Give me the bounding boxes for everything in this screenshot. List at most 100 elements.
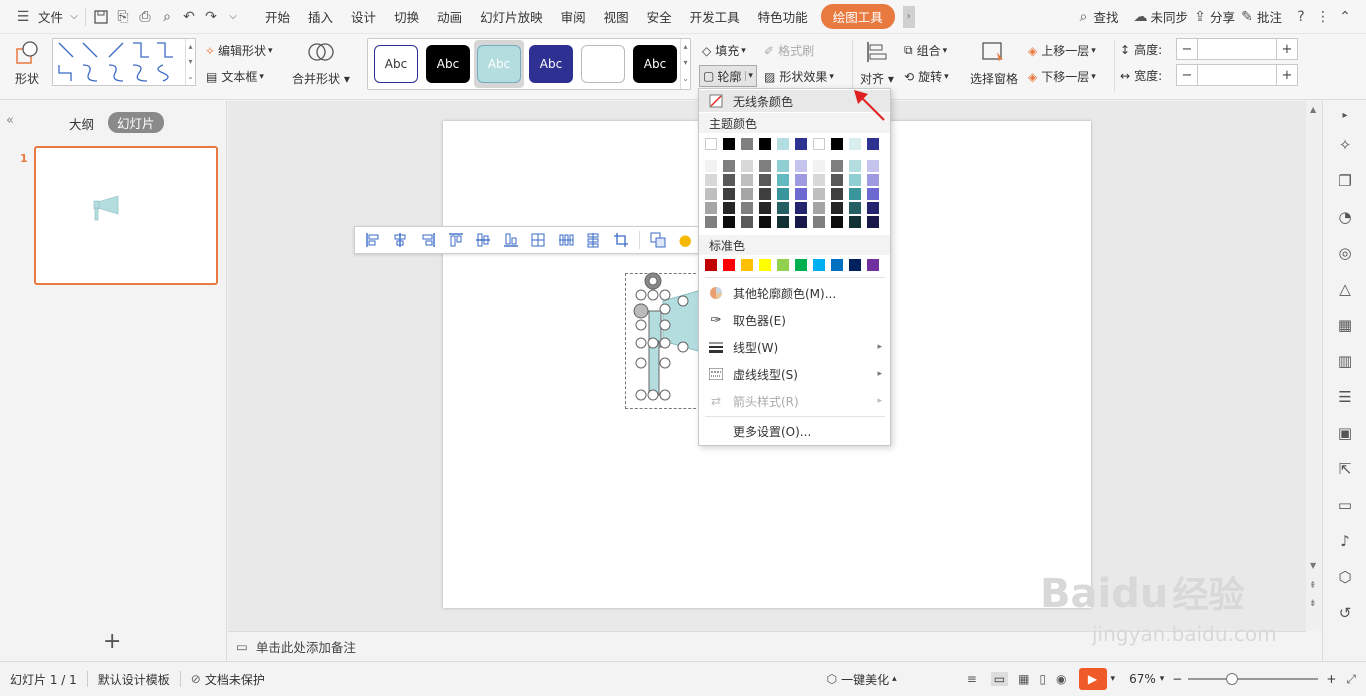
color-swatch[interactable] (813, 188, 825, 200)
search-button[interactable]: 查找 (1091, 7, 1132, 26)
export-icon[interactable]: ⇱ (1335, 459, 1355, 479)
color-swatch[interactable] (705, 259, 717, 271)
color-swatch[interactable] (759, 202, 771, 214)
collapse-ribbon-icon[interactable]: ⌃ (1334, 6, 1356, 28)
textbox-button[interactable]: ▤ 文本框 ▾ (206, 68, 264, 85)
megaphone-shape[interactable] (625, 271, 705, 411)
lightbulb-icon[interactable]: ● (671, 229, 699, 251)
file-menu[interactable]: 文件 (34, 7, 67, 26)
collapse-panel-icon[interactable]: « (6, 113, 14, 128)
zoom-in-button[interactable]: + (1326, 672, 1336, 686)
next-slide-icon[interactable]: ⇟ (1309, 599, 1317, 609)
color-swatch[interactable] (867, 259, 879, 271)
slide-sorter-icon[interactable]: ▦ (1018, 672, 1029, 686)
color-swatch[interactable] (831, 259, 843, 271)
tab-animation[interactable]: 动画 (428, 7, 471, 26)
tab-slideshow[interactable]: 幻灯片放映 (471, 7, 552, 26)
align-right-icon[interactable] (414, 229, 442, 251)
customize-dropdown-icon[interactable]: ⌵ (222, 6, 244, 28)
align-to-slide-icon[interactable] (524, 229, 552, 251)
shape-button[interactable]: 形状 (10, 40, 44, 87)
zoom-out-button[interactable]: − (1172, 672, 1182, 686)
share-icon[interactable]: ⇪ (1192, 6, 1208, 28)
color-swatch[interactable] (723, 188, 735, 200)
height-decrease-button[interactable]: − (1176, 38, 1198, 60)
color-swatch[interactable] (759, 188, 771, 200)
color-swatch[interactable] (705, 174, 717, 186)
width-increase-button[interactable]: + (1276, 64, 1298, 86)
hamburger-menu-icon[interactable]: ☰ (12, 6, 34, 28)
play-options-icon[interactable]: ▾ (1111, 674, 1116, 684)
crop-icon[interactable] (607, 229, 635, 251)
template-name[interactable]: 默认设计模板 (98, 671, 170, 688)
color-swatch[interactable] (795, 188, 807, 200)
color-swatch[interactable] (831, 216, 843, 228)
color-swatch[interactable] (723, 259, 735, 271)
tab-developer[interactable]: 开发工具 (681, 7, 749, 26)
fill-bucket-icon[interactable]: △ (1335, 279, 1355, 299)
line-gallery[interactable]: ▴ ▾ ⌄ (52, 38, 196, 86)
scroll-down-icon[interactable]: ▼ (1310, 561, 1316, 570)
color-swatch[interactable] (741, 174, 753, 186)
color-swatch[interactable] (795, 216, 807, 228)
pin-icon[interactable]: ✧ (1335, 135, 1355, 155)
height-increase-button[interactable]: + (1276, 38, 1298, 60)
color-swatch[interactable] (777, 160, 789, 172)
style-sample[interactable]: Abc (374, 45, 418, 83)
color-swatch[interactable] (777, 259, 789, 271)
comment-button[interactable]: 批注 (1255, 7, 1290, 26)
archive-icon[interactable]: ▭ (1335, 495, 1355, 515)
color-swatch[interactable] (813, 160, 825, 172)
color-swatch[interactable] (849, 202, 861, 214)
tab-outline[interactable]: 大纲 (69, 114, 94, 133)
more-settings-item[interactable]: 更多设置(O)... (699, 418, 890, 444)
color-swatch[interactable] (795, 174, 807, 186)
color-swatch[interactable] (777, 138, 789, 150)
color-swatch[interactable] (777, 174, 789, 186)
more-tabs-button[interactable]: › (902, 5, 915, 28)
location-icon[interactable]: ◎ (1335, 243, 1355, 263)
color-swatch[interactable] (741, 160, 753, 172)
align-center-icon[interactable] (387, 229, 415, 251)
format-painter-icon[interactable]: ⎘ (112, 6, 134, 28)
color-swatch[interactable] (849, 188, 861, 200)
image-icon[interactable]: ▣ (1335, 423, 1355, 443)
shapes-icon[interactable]: ◔ (1335, 207, 1355, 227)
color-swatch[interactable] (867, 138, 879, 150)
edit-shape-button[interactable]: ⟡ 编辑形状 ▾ (206, 42, 272, 59)
audio-icon[interactable]: ♪ (1335, 531, 1355, 551)
color-swatch[interactable] (831, 160, 843, 172)
tab-security[interactable]: 安全 (638, 7, 681, 26)
tab-drawing-tools[interactable]: 绘图工具 (820, 4, 895, 29)
slide-thumbnail[interactable] (34, 146, 218, 285)
align-middle-icon[interactable] (469, 229, 497, 251)
scroll-up-icon[interactable]: ▲ (1310, 105, 1316, 114)
settings-sliders-icon[interactable]: ☰ (1335, 387, 1355, 407)
color-swatch[interactable] (849, 216, 861, 228)
copy-icon[interactable]: ❐ (1335, 171, 1355, 191)
cloud-sync-icon[interactable]: ☁ (1132, 6, 1148, 28)
other-colors-item[interactable]: 其他轮廓颜色(M)... (699, 280, 890, 306)
color-swatch[interactable] (759, 216, 771, 228)
align-button[interactable]: 对齐 ▾ (860, 40, 894, 87)
shape-effect-button[interactable]: ▨ 形状效果 ▾ (764, 68, 834, 85)
color-swatch[interactable] (723, 174, 735, 186)
chevron-down-icon[interactable]: ⌵ (67, 6, 81, 28)
distribute-vertical-icon[interactable] (580, 229, 608, 251)
color-swatch[interactable] (867, 202, 879, 214)
color-swatch[interactable] (705, 138, 717, 150)
group-button[interactable]: ⧉ 组合 ▾ (904, 42, 947, 59)
color-swatch[interactable] (777, 202, 789, 214)
tab-view[interactable]: 视图 (595, 7, 638, 26)
color-swatch[interactable] (813, 202, 825, 214)
color-swatch[interactable] (705, 202, 717, 214)
tab-review[interactable]: 审阅 (552, 7, 595, 26)
color-swatch[interactable] (795, 160, 807, 172)
color-swatch[interactable] (813, 259, 825, 271)
color-swatch[interactable] (795, 259, 807, 271)
color-swatch[interactable] (777, 216, 789, 228)
color-swatch[interactable] (831, 174, 843, 186)
distribute-horizontal-icon[interactable] (552, 229, 580, 251)
reading-view-icon[interactable]: ▯ (1039, 672, 1046, 686)
zoom-level[interactable]: 67% (1129, 672, 1156, 686)
